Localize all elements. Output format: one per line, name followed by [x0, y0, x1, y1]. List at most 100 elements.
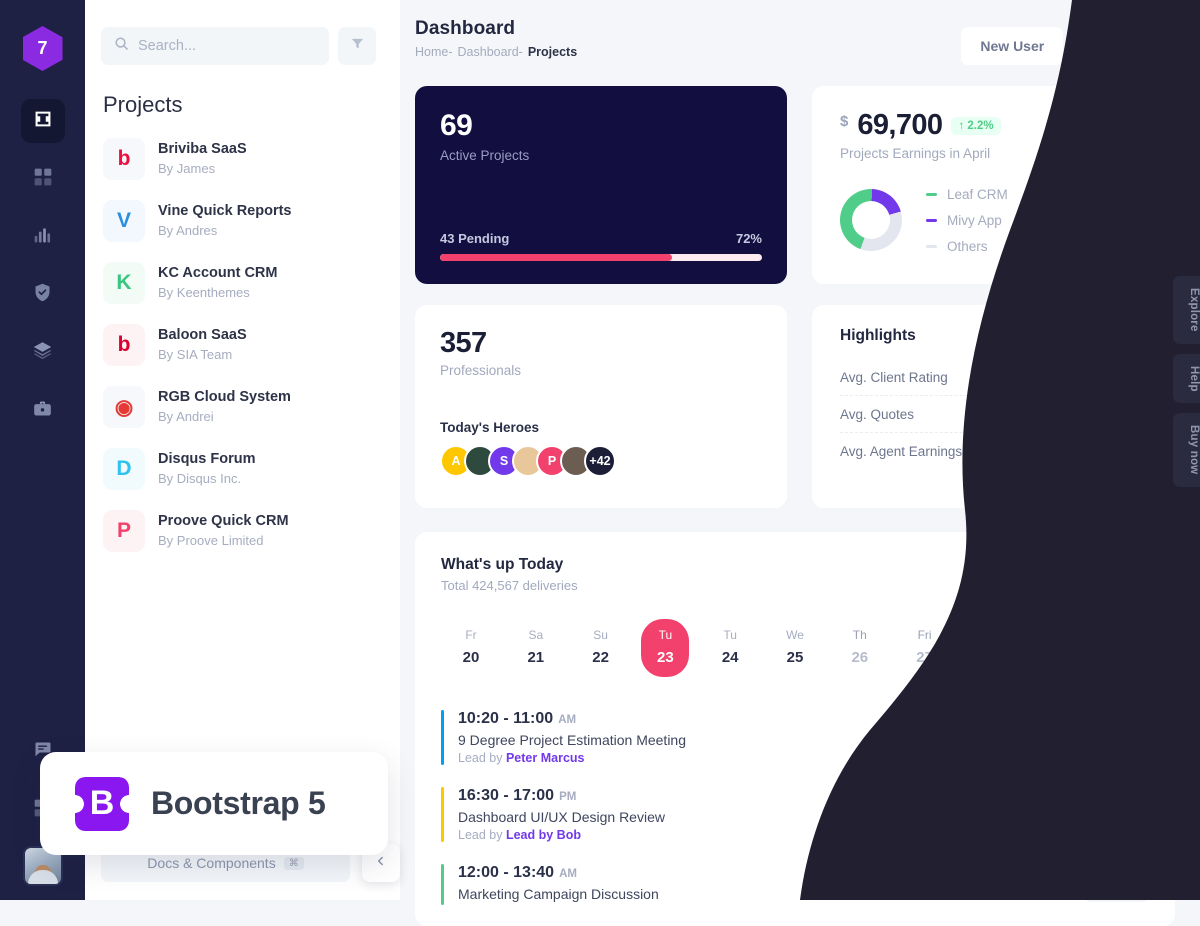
- day-cell[interactable]: Tu 23: [641, 619, 690, 677]
- sidebar-item-security[interactable]: [21, 273, 65, 317]
- day-name: Fri: [917, 628, 932, 642]
- day-cell[interactable]: Tu 24: [706, 619, 754, 677]
- bootstrap-badge[interactable]: B Bootstrap 5: [40, 752, 388, 855]
- earnings-chart-area: Leaf CRM $7,660 Mivy App $2,820 Others $45,25…: [840, 181, 1147, 259]
- sidebar-item-apps[interactable]: [21, 157, 65, 201]
- highlight-value: ↙ 730: [1097, 406, 1147, 422]
- day-cell[interactable]: Fr 20: [447, 619, 495, 677]
- panel-search-row: Search...: [85, 0, 400, 65]
- project-logo-icon: K: [103, 262, 145, 304]
- sidebar-item-projects[interactable]: [21, 389, 65, 433]
- report-center-button[interactable]: Report Cecnter: [1023, 556, 1149, 591]
- new-goal-button[interactable]: New Goal: [1073, 27, 1175, 65]
- day-cell[interactable]: Sa 21: [512, 619, 560, 677]
- day-name: Sa: [982, 628, 997, 642]
- event-meridiem: AM: [559, 868, 577, 880]
- sidebar-item-dashboard[interactable]: [20, 99, 65, 143]
- legend-value: $7,660: [1105, 186, 1147, 202]
- day-cell[interactable]: Su 22: [577, 619, 625, 677]
- view-button[interactable]: View: [1083, 797, 1149, 832]
- day-cell[interactable]: Su 29: [1030, 619, 1078, 677]
- sidebar-item-layers[interactable]: [21, 331, 65, 375]
- bootstrap-badge-label: Bootstrap 5: [151, 785, 326, 821]
- event-time-range: 12:00 - 13:40: [458, 864, 555, 881]
- briefcase-icon: [32, 398, 53, 424]
- progress-track: [440, 254, 762, 261]
- view-button[interactable]: View: [1083, 867, 1149, 902]
- active-projects-progress: 43 Pending 72%: [440, 231, 762, 261]
- active-projects-card: 69 Active Projects 43 Pending 72%: [415, 86, 787, 284]
- legend-label: Others: [947, 238, 988, 254]
- list-item[interactable]: V Vine Quick Reports By Andres: [95, 190, 390, 252]
- event-lead-prefix: Lead by: [458, 828, 503, 842]
- list-item[interactable]: D Disqus Forum By Disqus Inc.: [95, 438, 390, 500]
- cube-icon: [32, 108, 54, 135]
- legend-item: Others $45,257: [926, 233, 1147, 259]
- filter-button[interactable]: [338, 27, 376, 65]
- project-owner: By Andres: [158, 223, 218, 239]
- day-selector: Fr 20 Sa 21 Su 22 Tu 23 Tu 24 We 25 Th 26 Fri 27 Sa 28 Su 2…: [441, 619, 1149, 677]
- highlights-title: Highlights: [840, 327, 916, 344]
- highlight-label: Avg. Quotes: [840, 406, 915, 422]
- arrow-down-icon: ↙: [1096, 406, 1108, 421]
- event-lead: Lead by Peter Marcus: [458, 751, 686, 765]
- day-cell[interactable]: We 25: [771, 619, 819, 677]
- day-cell[interactable]: Sa 28: [965, 619, 1013, 677]
- day-name: Tu: [658, 628, 673, 642]
- project-name: Proove Quick CRM: [158, 513, 289, 530]
- docs-shortcut-key: ⌘: [283, 856, 304, 870]
- sidebar-item-reports[interactable]: [21, 215, 65, 259]
- day-name: Th: [852, 628, 867, 642]
- project-owner: By James: [158, 161, 216, 177]
- list-item[interactable]: K KC Account CRM By Keenthemes: [95, 252, 390, 314]
- side-tab[interactable]: Help: [1173, 353, 1200, 404]
- day-cell[interactable]: Fri 27: [901, 619, 949, 677]
- event-color-bar: [441, 787, 444, 842]
- table-row: Avg. Client Rating ↗ 7.8/10: [840, 359, 1147, 396]
- event-meridiem: PM: [559, 791, 577, 803]
- dashboard-title: Dashboard: [415, 18, 516, 39]
- list-item[interactable]: ◉ RGB Cloud System By Andrei: [95, 376, 390, 438]
- whats-up-card: What's up Today Total 424,567 deliveries…: [415, 532, 1175, 926]
- day-number: 25: [786, 649, 804, 666]
- events-list: 10:20 - 11:00 AM 9 Degree Project Estimati…: [441, 699, 1149, 916]
- professionals-card: 357 Professionals Today's Heroes A S P +42: [415, 305, 787, 508]
- professionals-label: Professionals: [440, 363, 522, 378]
- side-tab[interactable]: Buy now: [1173, 413, 1200, 487]
- project-name: Baloon SaaS: [158, 327, 247, 344]
- todays-heroes-label: Today's Heroes: [440, 420, 539, 435]
- stats-grid-row2: 357 Professionals Today's Heroes A S P +42 …: [415, 305, 1175, 508]
- avatar-initial[interactable]: +42: [584, 445, 616, 477]
- earnings-subtitle: Projects Earnings in April: [840, 146, 991, 161]
- project-logo-icon: b: [103, 138, 145, 180]
- project-text: KC Account CRM By Keenthemes: [158, 263, 277, 303]
- breadcrumb-item[interactable]: Dashboard-: [458, 45, 523, 59]
- day-cell[interactable]: Mo 30: [1095, 619, 1143, 677]
- project-text: Baloon SaaS By SIA Team: [158, 325, 247, 365]
- grid-icon: [33, 167, 53, 192]
- project-owner: By SIA Team: [158, 347, 233, 363]
- project-name: Disqus Forum: [158, 451, 256, 468]
- breadcrumb-item[interactable]: Projects: [528, 45, 577, 59]
- day-cell[interactable]: Th 26: [836, 619, 884, 677]
- view-button[interactable]: View: [1083, 720, 1149, 755]
- event-lead-name: Peter Marcus: [505, 751, 585, 765]
- active-projects-label: Active Projects: [440, 148, 530, 163]
- earnings-card: $ 69,700 ↑ 2.2% Projects Earnings in Apr…: [812, 86, 1175, 284]
- breadcrumb-item[interactable]: Home-: [415, 45, 453, 59]
- app-logo[interactable]: 7: [22, 26, 63, 71]
- arrow-up-icon: ↗: [1077, 443, 1089, 459]
- side-tab[interactable]: Explore: [1173, 276, 1200, 344]
- project-name: KC Account CRM: [158, 265, 278, 282]
- project-logo-icon: V: [103, 200, 145, 242]
- new-user-button[interactable]: New User: [961, 27, 1064, 65]
- search-input[interactable]: Search...: [101, 27, 329, 65]
- project-logo-icon: b: [103, 324, 145, 366]
- list-item[interactable]: b Baloon SaaS By SIA Team: [95, 314, 390, 376]
- list-item[interactable]: P Proove Quick CRM By Proove Limited: [95, 500, 390, 562]
- project-owner: By Proove Limited: [158, 533, 264, 549]
- list-item[interactable]: b Briviba SaaS By James: [95, 128, 390, 190]
- project-name: Briviba SaaS: [158, 141, 247, 158]
- event-time: 12:00 - 13:40 AM: [458, 864, 659, 882]
- stats-grid-row1: 69 Active Projects 43 Pending 72% $ 69,7…: [415, 86, 1175, 284]
